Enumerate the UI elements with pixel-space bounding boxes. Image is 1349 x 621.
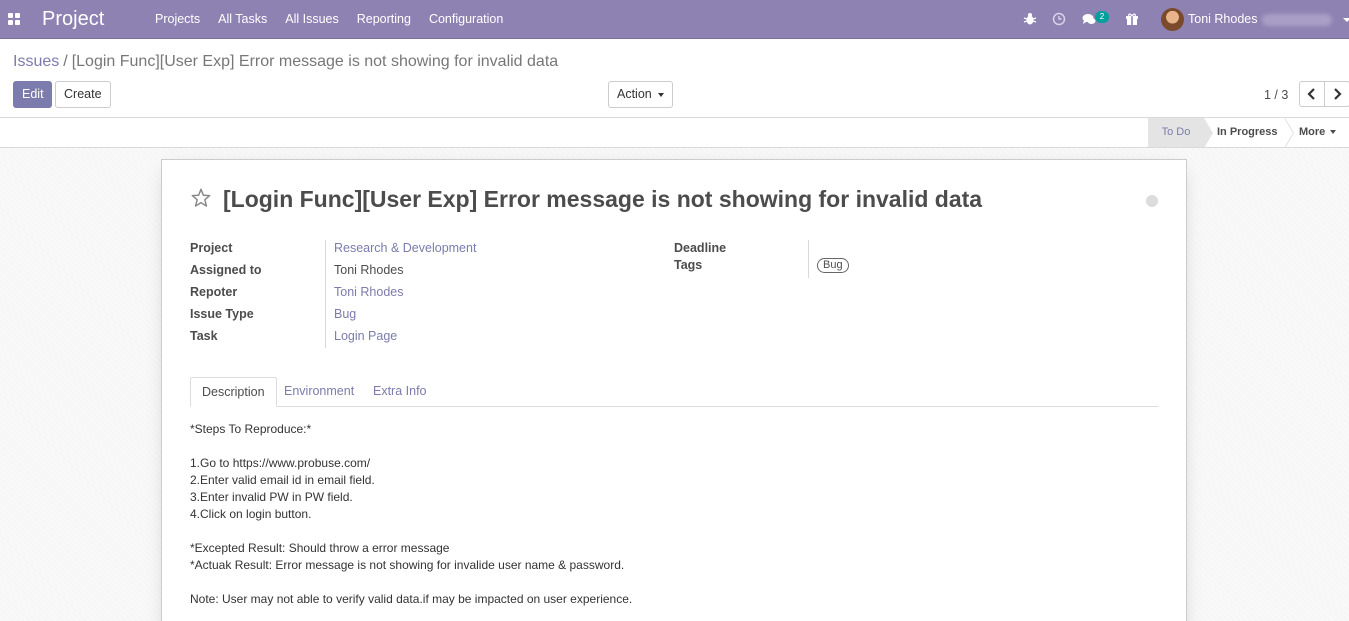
kanban-state-indicator[interactable] bbox=[1146, 195, 1158, 207]
gift-icon[interactable] bbox=[1125, 12, 1139, 26]
tab-extra-info[interactable]: Extra Info bbox=[362, 377, 438, 407]
clock-icon[interactable] bbox=[1052, 12, 1066, 26]
pager-previous-button[interactable] bbox=[1299, 81, 1325, 107]
task-value-link[interactable]: Login Page bbox=[334, 329, 397, 343]
pager-next-button[interactable] bbox=[1324, 81, 1349, 107]
control-panel: Issues / [Login Func][User Exp] Error mess… bbox=[0, 40, 1349, 118]
description-line: *Excepted Result: Should throw a error m… bbox=[190, 541, 450, 555]
field-label-assigned-to: Assigned to bbox=[190, 263, 262, 277]
stage-in-progress[interactable]: In Progress bbox=[1217, 118, 1278, 147]
field-label-task: Task bbox=[190, 329, 218, 343]
description-line: 2.Enter valid email id in email field. bbox=[190, 473, 375, 487]
apps-menu-icon[interactable] bbox=[8, 13, 20, 25]
action-label: Action bbox=[617, 87, 652, 101]
user-menu-caret-icon[interactable] bbox=[1343, 18, 1349, 22]
breadcrumb-issues-link[interactable]: Issues bbox=[13, 53, 59, 70]
menu-item-configuration[interactable]: Configuration bbox=[420, 0, 512, 39]
field-label-issue-type: Issue Type bbox=[190, 307, 254, 321]
form-sheet: [Login Func][User Exp] Error message is … bbox=[161, 159, 1187, 621]
top-navbar: Project Projects All Tasks All Issues Re… bbox=[0, 0, 1349, 39]
tag-badge[interactable]: Bug bbox=[817, 258, 849, 273]
assigned-to-value[interactable]: Toni Rhodes bbox=[334, 263, 404, 277]
description-line: *Steps To Reproduce:* bbox=[190, 422, 312, 436]
chat-count-badge: 2 bbox=[1095, 11, 1109, 23]
action-dropdown[interactable]: Action bbox=[608, 81, 673, 108]
notebook-tabs: Description Environment Extra Info bbox=[190, 377, 1158, 407]
field-label-reporter: Repoter bbox=[190, 285, 238, 299]
description-line: *Actuak Result: Error message is not sho… bbox=[190, 558, 625, 572]
issue-title[interactable]: [Login Func][User Exp] Error message is … bbox=[223, 186, 982, 213]
description-line: 3.Enter invalid PW in PW field. bbox=[190, 490, 353, 504]
stage-arrow bbox=[1204, 118, 1213, 148]
field-label-deadline: Deadline bbox=[674, 241, 727, 255]
field-separator bbox=[808, 240, 809, 278]
field-label-project: Project bbox=[190, 241, 233, 255]
database-name-blurred bbox=[1262, 14, 1332, 26]
user-name[interactable]: Toni Rhodes bbox=[1188, 0, 1258, 39]
tab-description[interactable]: Description bbox=[190, 377, 277, 407]
chevron-right-icon bbox=[1334, 88, 1342, 100]
field-label-tags: Tags bbox=[674, 258, 703, 272]
tab-environment[interactable]: Environment bbox=[273, 377, 365, 407]
stage-more-label: More bbox=[1299, 126, 1326, 138]
edit-button[interactable]: Edit bbox=[13, 81, 52, 108]
menu-item-all-tasks[interactable]: All Tasks bbox=[209, 0, 276, 39]
issue-type-value-link[interactable]: Bug bbox=[334, 307, 356, 321]
main-menu: Projects All Tasks All Issues Reporting … bbox=[146, 0, 512, 39]
menu-item-projects[interactable]: Projects bbox=[146, 0, 209, 39]
breadcrumb-current: [Login Func][User Exp] Error message is … bbox=[71, 53, 559, 70]
description-line: 4.Click on login button. bbox=[190, 507, 312, 521]
bug-icon[interactable] bbox=[1023, 12, 1037, 26]
stage-to-do[interactable]: To Do bbox=[1148, 118, 1204, 147]
caret-down-icon bbox=[657, 92, 664, 97]
stage-arrow bbox=[1284, 118, 1293, 148]
breadcrumb: Issues / [Login Func][User Exp] Error mess… bbox=[13, 53, 558, 71]
star-icon[interactable] bbox=[190, 187, 212, 209]
description-line: Note: User may not able to verify valid … bbox=[190, 592, 633, 606]
statusbar: To Do In Progress More bbox=[0, 118, 1349, 148]
project-value-link[interactable]: Research & Development bbox=[334, 241, 476, 255]
chat-icon[interactable] bbox=[1082, 12, 1096, 26]
user-avatar[interactable] bbox=[1161, 8, 1184, 31]
field-separator bbox=[325, 240, 326, 348]
chevron-left-icon bbox=[1307, 88, 1315, 100]
reporter-value-link[interactable]: Toni Rhodes bbox=[334, 285, 404, 299]
breadcrumb-separator: / bbox=[63, 53, 68, 70]
menu-item-reporting[interactable]: Reporting bbox=[348, 0, 420, 39]
create-button[interactable]: Create bbox=[55, 81, 111, 108]
stage-more-dropdown[interactable]: More bbox=[1299, 118, 1337, 147]
menu-item-all-issues[interactable]: All Issues bbox=[276, 0, 348, 39]
app-brand[interactable]: Project bbox=[42, 8, 104, 31]
description-line: 1.Go to https://www.probuse.com/ bbox=[190, 456, 371, 470]
pager-value[interactable]: 1 / 3 bbox=[1264, 88, 1288, 102]
caret-down-icon bbox=[1330, 130, 1337, 135]
